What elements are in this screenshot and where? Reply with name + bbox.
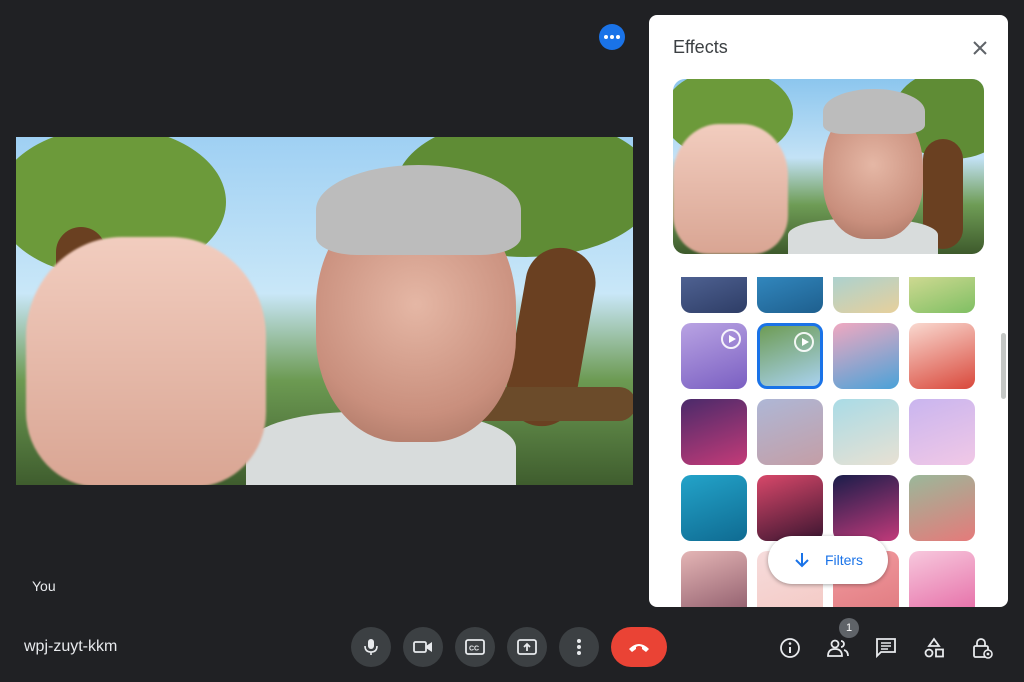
microphone-button[interactable]: [351, 627, 391, 667]
self-name-label: You: [32, 578, 56, 594]
chat-button[interactable]: [872, 634, 900, 662]
effect-thumbnail-bus-interior[interactable]: [681, 277, 747, 313]
host-controls-button[interactable]: [968, 634, 996, 662]
effect-thumbnail-beach-scene[interactable]: [833, 277, 899, 313]
effect-thumbnail-flower-field[interactable]: [681, 551, 747, 607]
effect-thumbnail-pink-confetti[interactable]: [909, 551, 975, 607]
effect-thumbnail-purple-room[interactable]: [681, 323, 747, 389]
animated-effect-icon: [721, 329, 741, 349]
effects-panel: Effects: [649, 15, 1008, 607]
activities-icon: [924, 637, 944, 658]
camera-button[interactable]: [403, 627, 443, 667]
people-icon: [827, 639, 849, 657]
leave-call-button[interactable]: [611, 627, 667, 667]
filters-button[interactable]: Filters: [768, 536, 888, 584]
captions-button[interactable]: CC: [455, 627, 495, 667]
person-hair: [823, 89, 925, 134]
meeting-code: wpj-zuyt-kkm: [24, 638, 118, 655]
person-hair: [316, 165, 521, 255]
camera-icon: [413, 641, 432, 653]
chat-icon: [876, 638, 896, 659]
svg-text:CC: CC: [469, 646, 479, 653]
effect-thumbnail-red-dragon[interactable]: [909, 323, 975, 389]
self-video-tile: [16, 137, 633, 485]
waving-hand: [673, 124, 788, 254]
effect-thumbnail-pink-clouds[interactable]: [909, 399, 975, 465]
mic-icon: [364, 639, 378, 655]
audio-level-icon: [599, 24, 625, 50]
close-icon: [973, 41, 987, 55]
filters-label: Filters: [824, 552, 864, 568]
activities-button[interactable]: [920, 634, 948, 662]
info-icon: [780, 638, 800, 658]
present-button[interactable]: [507, 627, 547, 667]
arrow-down-icon: [795, 553, 809, 568]
effect-thumbnail-calm-beach[interactable]: [833, 399, 899, 465]
effect-thumbnail-party-stage[interactable]: [681, 399, 747, 465]
effect-thumbnail-water-ripples[interactable]: [681, 475, 747, 541]
hangup-icon: [629, 644, 649, 652]
effect-thumbnail-red-nebula[interactable]: [757, 475, 823, 541]
effects-title: Effects: [673, 37, 728, 57]
effects-scrollbar[interactable]: [1001, 333, 1006, 399]
present-icon: [517, 639, 537, 655]
effect-preview: [673, 79, 984, 254]
effect-thumbnail-underwater-blue[interactable]: [757, 277, 823, 313]
animated-effect-icon: [794, 332, 814, 352]
more-options-button[interactable]: [559, 627, 599, 667]
meeting-details-button[interactable]: [776, 634, 804, 662]
waving-hand: [26, 237, 266, 485]
effect-thumbnail-cactus-desert[interactable]: [909, 277, 975, 313]
participant-count-badge: 1: [839, 618, 859, 638]
effect-thumbnail-rose-garden[interactable]: [909, 475, 975, 541]
captions-icon: CC: [465, 639, 485, 655]
effect-thumbnail-dusk-gradient[interactable]: [757, 399, 823, 465]
effect-thumbnail-forest-trees[interactable]: [757, 323, 823, 389]
close-effects-button[interactable]: [967, 35, 993, 61]
effect-thumbnail-fireworks[interactable]: [833, 475, 899, 541]
effect-thumbnail-festive-people[interactable]: [833, 323, 899, 389]
more-icon: [577, 639, 581, 655]
people-button[interactable]: [824, 634, 852, 662]
host-controls-icon: [973, 638, 993, 659]
